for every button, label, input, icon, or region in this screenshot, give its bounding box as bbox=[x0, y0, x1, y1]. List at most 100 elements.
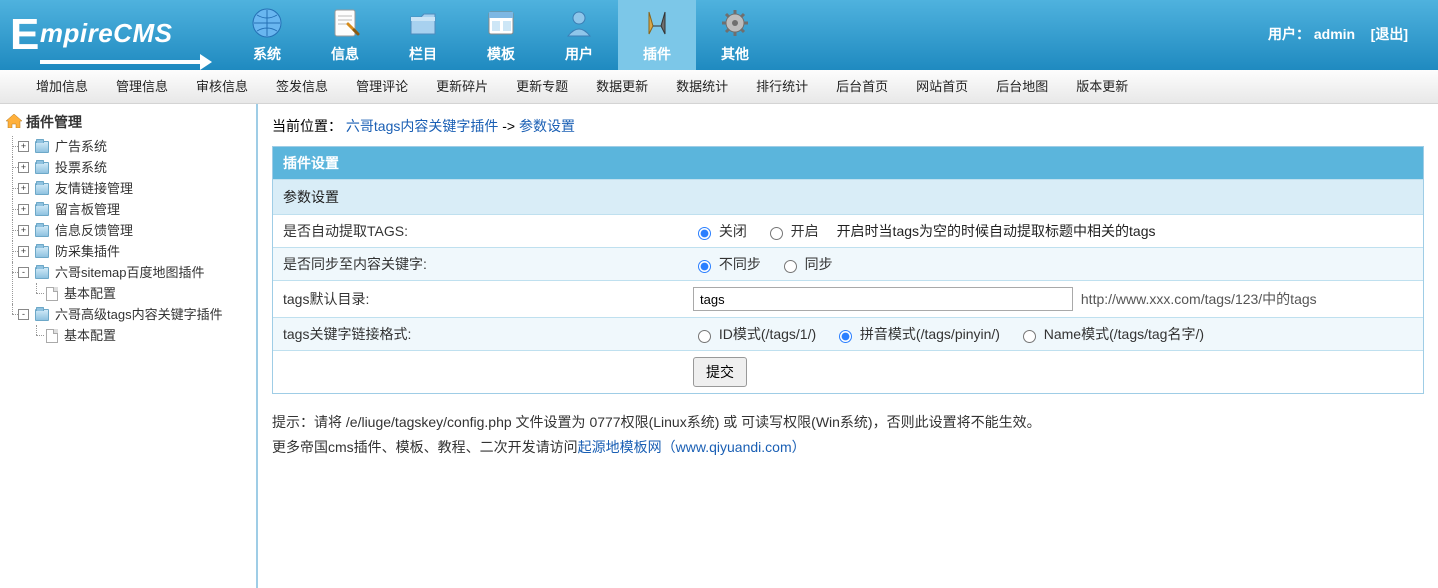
tree-node: + 防采集插件 bbox=[6, 241, 250, 262]
format-label: tags关键字链接格式: bbox=[273, 318, 683, 351]
submenu-item-2[interactable]: 审核信息 bbox=[182, 70, 262, 104]
hint-line-2-link[interactable]: 起源地模板网（www.qiyuandi.com） bbox=[578, 439, 806, 455]
tree: + 广告系统 + 投票系统 + 友情链接管理 + 留言板管理 + 信息反馈管理 + 防采集插件 - 六哥s… bbox=[6, 136, 250, 346]
tools-icon bbox=[640, 6, 674, 40]
topnav-label: 其他 bbox=[721, 44, 749, 64]
tree-node-label[interactable]: 广告系统 bbox=[53, 136, 109, 157]
tree-node: - 六哥sitemap百度地图插件基本配置 bbox=[6, 262, 250, 304]
auto-tags-on-option[interactable]: 开启 bbox=[765, 223, 823, 239]
gear-icon bbox=[718, 6, 752, 40]
submenu-item-13[interactable]: 版本更新 bbox=[1062, 70, 1142, 104]
logo: EmpireCMS bbox=[0, 0, 218, 70]
tree-toggle[interactable]: + bbox=[18, 204, 29, 215]
hint-line-2-text: 更多帝国cms插件、模板、教程、二次开发请访问 bbox=[272, 439, 578, 455]
sync-on-radio[interactable] bbox=[784, 260, 797, 273]
submenu-item-10[interactable]: 后台首页 bbox=[822, 70, 902, 104]
submenu-item-9[interactable]: 排行统计 bbox=[742, 70, 822, 104]
format-name-option[interactable]: Name模式(/tags/tag名字/) bbox=[1018, 326, 1204, 342]
folder-icon bbox=[35, 183, 49, 195]
folder-icon bbox=[406, 6, 440, 40]
submenu-item-11[interactable]: 网站首页 bbox=[902, 70, 982, 104]
submit-button[interactable]: 提交 bbox=[693, 357, 747, 387]
format-pinyin-option[interactable]: 拼音模式(/tags/pinyin/) bbox=[834, 326, 1004, 342]
tree-toggle[interactable]: + bbox=[18, 183, 29, 194]
tree-node-label[interactable]: 信息反馈管理 bbox=[53, 220, 135, 241]
dir-input[interactable] bbox=[693, 287, 1073, 311]
tree-toggle[interactable]: + bbox=[18, 246, 29, 257]
tree-node-label[interactable]: 留言板管理 bbox=[53, 199, 122, 220]
folder-icon bbox=[35, 162, 49, 174]
auto-tags-off-radio[interactable] bbox=[698, 227, 711, 240]
settings-panel: 插件设置 参数设置 是否自动提取TAGS: 关闭 开启 开启时当tag bbox=[272, 146, 1424, 394]
tree-toggle[interactable]: - bbox=[18, 267, 29, 278]
tree-toggle[interactable]: + bbox=[18, 162, 29, 173]
submenu-item-7[interactable]: 数据更新 bbox=[582, 70, 662, 104]
user-label: 用户： bbox=[1268, 26, 1310, 42]
user-name-link[interactable]: admin bbox=[1314, 26, 1355, 42]
doc-edit-icon bbox=[328, 6, 362, 40]
tree-node: + 友情链接管理 bbox=[6, 178, 250, 199]
tree-toggle[interactable]: + bbox=[18, 225, 29, 236]
tree-node-label[interactable]: 六哥高级tags内容关键字插件 bbox=[53, 304, 225, 325]
sync-off-radio[interactable] bbox=[698, 260, 711, 273]
auto-tags-on-radio[interactable] bbox=[770, 227, 783, 240]
logout-link[interactable]: [退出] bbox=[1371, 26, 1408, 42]
tree-node-label[interactable]: 投票系统 bbox=[53, 157, 109, 178]
arrow-icon bbox=[40, 60, 200, 64]
format-id-option[interactable]: ID模式(/tags/1/) bbox=[693, 326, 820, 342]
tree-leaf-label[interactable]: 基本配置 bbox=[62, 325, 118, 346]
sidebar: 插件管理 + 广告系统 + 投票系统 + 友情链接管理 + 留言板管理 + 信息反馈管理 + 防采集插… bbox=[0, 104, 258, 588]
auto-tags-off-option[interactable]: 关闭 bbox=[693, 223, 751, 239]
topnav-template[interactable]: 模板 bbox=[462, 0, 540, 70]
tree-leaf-label[interactable]: 基本配置 bbox=[62, 283, 118, 304]
tree-toggle[interactable]: - bbox=[18, 309, 29, 320]
breadcrumb-sep: -> bbox=[502, 118, 519, 134]
tree-node-label[interactable]: 防采集插件 bbox=[53, 241, 122, 262]
hint-block: 提示：请将 /e/liuge/tagskey/config.php 文件设置为 … bbox=[272, 410, 1424, 460]
tree-root: 插件管理 bbox=[6, 112, 250, 132]
submenu-item-5[interactable]: 更新碎片 bbox=[422, 70, 502, 104]
sync-off-option[interactable]: 不同步 bbox=[693, 256, 765, 272]
breadcrumb: 当前位置： 六哥tags内容关键字插件 -> 参数设置 bbox=[272, 116, 1424, 136]
topnav-info[interactable]: 信息 bbox=[306, 0, 384, 70]
folder-icon bbox=[35, 309, 49, 321]
folder-icon bbox=[35, 267, 49, 279]
topnav-label: 模板 bbox=[487, 44, 515, 64]
format-pinyin-radio[interactable] bbox=[839, 330, 852, 343]
breadcrumb-link-2[interactable]: 参数设置 bbox=[519, 118, 575, 134]
content: 当前位置： 六哥tags内容关键字插件 -> 参数设置 插件设置 参数设置 是否… bbox=[258, 104, 1438, 588]
folder-icon bbox=[35, 246, 49, 258]
topnav-column[interactable]: 栏目 bbox=[384, 0, 462, 70]
person-icon bbox=[562, 6, 596, 40]
tree-node: + 信息反馈管理 bbox=[6, 220, 250, 241]
format-name-radio[interactable] bbox=[1023, 330, 1036, 343]
folder-icon bbox=[35, 225, 49, 237]
tree-node: + 投票系统 bbox=[6, 157, 250, 178]
logo-text: EmpireCMS bbox=[10, 10, 172, 60]
user-block: 用户： admin [退出] bbox=[1268, 24, 1408, 44]
submenu-item-12[interactable]: 后台地图 bbox=[982, 70, 1062, 104]
submenu-item-8[interactable]: 数据统计 bbox=[662, 70, 742, 104]
breadcrumb-link-1[interactable]: 六哥tags内容关键字插件 bbox=[346, 118, 498, 134]
topnav-plugin[interactable]: 插件 bbox=[618, 0, 696, 70]
submenu-item-0[interactable]: 增加信息 bbox=[22, 70, 102, 104]
topnav-label: 信息 bbox=[331, 44, 359, 64]
format-id-radio[interactable] bbox=[698, 330, 711, 343]
sync-on-option[interactable]: 同步 bbox=[779, 256, 833, 272]
submenu-item-3[interactable]: 签发信息 bbox=[262, 70, 342, 104]
submenu-item-1[interactable]: 管理信息 bbox=[102, 70, 182, 104]
file-icon bbox=[46, 287, 58, 301]
folder-icon bbox=[35, 141, 49, 153]
tree-toggle[interactable]: + bbox=[18, 141, 29, 152]
hint-line-1: 提示：请将 /e/liuge/tagskey/config.php 文件设置为 … bbox=[272, 410, 1424, 435]
tree-leaf: 基本配置 bbox=[30, 325, 250, 346]
topnav-label: 用户 bbox=[565, 44, 593, 64]
submenu-item-4[interactable]: 管理评论 bbox=[342, 70, 422, 104]
breadcrumb-prefix: 当前位置： bbox=[272, 118, 342, 134]
tree-node-label[interactable]: 友情链接管理 bbox=[53, 178, 135, 199]
topnav-user[interactable]: 用户 bbox=[540, 0, 618, 70]
submenu-item-6[interactable]: 更新专题 bbox=[502, 70, 582, 104]
topnav-other[interactable]: 其他 bbox=[696, 0, 774, 70]
topnav-system[interactable]: 系统 bbox=[228, 0, 306, 70]
tree-node-label[interactable]: 六哥sitemap百度地图插件 bbox=[53, 262, 207, 283]
